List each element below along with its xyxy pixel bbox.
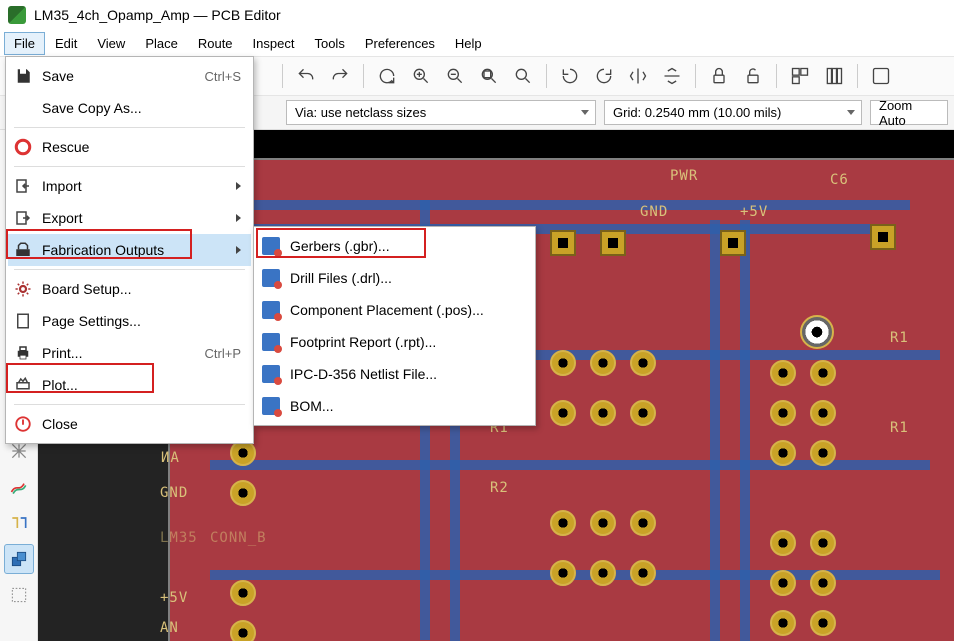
mirror-h-button[interactable] [623, 61, 653, 91]
plot-icon [12, 374, 34, 396]
ratsnest-button[interactable] [4, 472, 34, 502]
layer-display-button[interactable] [4, 544, 34, 574]
footprint-browser-button[interactable] [819, 61, 849, 91]
zoom-out-button[interactable] [440, 61, 470, 91]
close-icon [12, 413, 34, 435]
submenu-footprint-report[interactable]: Footprint Report (.rpt)... [256, 326, 533, 358]
menu-tools[interactable]: Tools [304, 32, 354, 55]
undo-button[interactable] [291, 61, 321, 91]
silk-conn: CONN_B [210, 530, 267, 546]
silk-gnd: GND [640, 204, 668, 220]
menu-item-plot[interactable]: Plot... [8, 369, 251, 401]
zoom-fit-button[interactable] [474, 61, 504, 91]
lock-button[interactable] [704, 61, 734, 91]
submenu-ipc-netlist[interactable]: IPC-D-356 Netlist File... [256, 358, 533, 390]
app-icon [8, 6, 26, 24]
menu-item-rescue[interactable]: Rescue [8, 131, 251, 163]
menu-item-save[interactable]: Save Ctrl+S [8, 60, 251, 92]
menu-item-save-copy[interactable]: Save Copy As... [8, 92, 251, 124]
print-icon [12, 342, 34, 364]
silk-r1: R1 [890, 330, 909, 346]
export-icon [12, 207, 34, 229]
zoom-dropdown[interactable]: Zoom Auto [870, 100, 948, 125]
bom-icon [260, 395, 282, 417]
zoom-dropdown-label: Zoom Auto [879, 98, 941, 128]
fabrication-icon [12, 239, 34, 261]
silk-an: AN [160, 450, 179, 466]
menu-preferences[interactable]: Preferences [355, 32, 445, 55]
menu-item-fabrication-outputs[interactable]: Fabrication Outputs [8, 234, 251, 266]
netlist-icon [260, 363, 282, 385]
refresh-button[interactable] [372, 61, 402, 91]
mirror-v-button[interactable] [657, 61, 687, 91]
page-icon [12, 310, 34, 332]
silk-lm35: LM35 [160, 530, 198, 546]
menu-item-close[interactable]: Close [8, 408, 251, 440]
pos-icon [260, 299, 282, 321]
submenu-drill[interactable]: Drill Files (.drl)... [256, 262, 533, 294]
fabrication-submenu-panel: Gerbers (.gbr)... Drill Files (.drl)... … [253, 226, 536, 426]
unlock-button[interactable] [738, 61, 768, 91]
submenu-placement[interactable]: Component Placement (.pos)... [256, 294, 533, 326]
menu-view[interactable]: View [87, 32, 135, 55]
rescue-icon [12, 136, 34, 158]
via-dropdown[interactable]: Via: use netclass sizes [286, 100, 596, 125]
file-menu-panel: Save Ctrl+S Save Copy As... Rescue Impor… [5, 56, 254, 444]
menu-file[interactable]: File [4, 32, 45, 55]
silk-5v2: +5V [160, 590, 188, 606]
silk-r2: R2 [490, 480, 509, 496]
submenu-gerbers[interactable]: Gerbers (.gbr)... [256, 230, 533, 262]
chevron-down-icon [581, 110, 589, 115]
drc-button[interactable] [866, 61, 896, 91]
chevron-down-icon [847, 110, 855, 115]
chevron-right-icon [236, 246, 241, 254]
drill-icon [260, 267, 282, 289]
ruler-horizontal [168, 130, 954, 158]
grid-dropdown-label: Grid: 0.2540 mm (10.00 mils) [613, 105, 781, 120]
import-icon [12, 175, 34, 197]
zoom-in-button[interactable] [406, 61, 436, 91]
window-title: LM35_4ch_Opamp_Amp — PCB Editor [34, 7, 281, 23]
footprint-editor-button[interactable] [785, 61, 815, 91]
rpt-icon [260, 331, 282, 353]
menu-place[interactable]: Place [135, 32, 188, 55]
menu-inspect[interactable]: Inspect [243, 32, 305, 55]
zoom-selection-button[interactable] [508, 61, 538, 91]
menu-route[interactable]: Route [188, 32, 243, 55]
menu-bar: File Edit View Place Route Inspect Tools… [0, 30, 954, 56]
silk-c6: C6 [830, 172, 849, 188]
silk-an2: AN [160, 620, 179, 636]
chevron-right-icon [236, 182, 241, 190]
save-icon [12, 65, 34, 87]
menu-item-board-setup[interactable]: Board Setup... [8, 273, 251, 305]
grid-dropdown[interactable]: Grid: 0.2540 mm (10.00 mils) [604, 100, 862, 125]
submenu-bom[interactable]: BOM... [256, 390, 533, 422]
menu-item-page-settings[interactable]: Page Settings... [8, 305, 251, 337]
gear-icon [12, 278, 34, 300]
gerber-icon [260, 235, 282, 257]
menu-help[interactable]: Help [445, 32, 492, 55]
chevron-right-icon [236, 214, 241, 222]
rotate-ccw-button[interactable] [555, 61, 585, 91]
silk-pwr: PWR [670, 168, 698, 184]
silk-5v: +5V [740, 204, 768, 220]
menu-item-import[interactable]: Import [8, 170, 251, 202]
menu-item-export[interactable]: Export [8, 202, 251, 234]
redo-button[interactable] [325, 61, 355, 91]
silk-r1c: R1 [890, 420, 909, 436]
zone-display-button[interactable] [4, 580, 34, 610]
high-contrast-button[interactable] [4, 508, 34, 538]
via-dropdown-label: Via: use netclass sizes [295, 105, 426, 120]
silk-gnd2: GND [160, 485, 188, 501]
title-bar: LM35_4ch_Opamp_Amp — PCB Editor [0, 0, 954, 30]
menu-edit[interactable]: Edit [45, 32, 87, 55]
rotate-cw-button[interactable] [589, 61, 619, 91]
menu-item-print[interactable]: Print... Ctrl+P [8, 337, 251, 369]
